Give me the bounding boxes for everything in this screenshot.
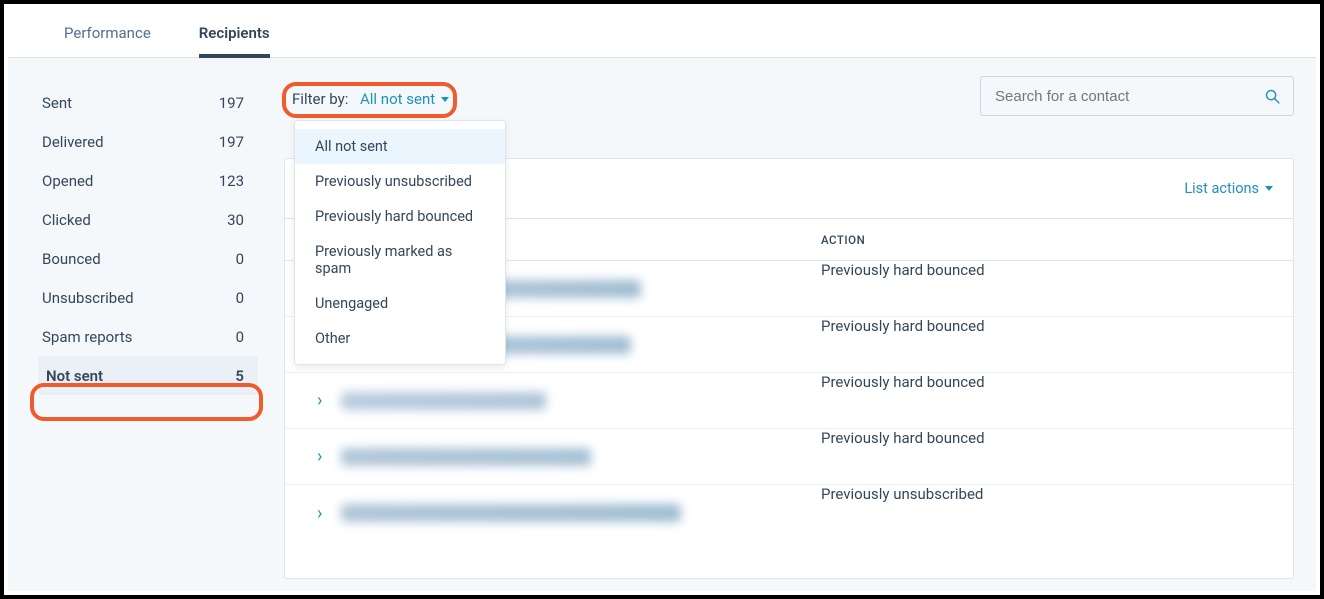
stat-value: 0 xyxy=(236,289,244,307)
stat-clicked[interactable]: Clicked 30 xyxy=(38,200,258,239)
filter-option-other[interactable]: Other xyxy=(295,321,505,356)
filter-option-prev-spam[interactable]: Previously marked as spam xyxy=(295,234,505,286)
chevron-right-icon: › xyxy=(317,390,337,411)
stat-bounced[interactable]: Bounced 0 xyxy=(38,239,258,278)
stat-spam[interactable]: Spam reports 0 xyxy=(38,317,258,356)
filter-label: Filter by: xyxy=(292,90,348,108)
chevron-right-icon: › xyxy=(317,503,337,524)
search-icon xyxy=(1264,88,1281,105)
chevron-right-icon: › xyxy=(317,446,337,467)
row-action: Previously unsubscribed xyxy=(821,485,983,503)
row-action: Previously hard bounced xyxy=(821,317,985,335)
stat-value: 197 xyxy=(219,94,244,112)
main-area: Filter by: All not sent All not sent Pre… xyxy=(284,68,1294,579)
list-actions-button[interactable]: List actions xyxy=(1184,180,1273,197)
stat-unsubscribed[interactable]: Unsubscribed 0 xyxy=(38,278,258,317)
stat-value: 30 xyxy=(227,211,244,229)
filter-option-unengaged[interactable]: Unengaged xyxy=(295,286,505,321)
filter-option-all-not-sent[interactable]: All not sent xyxy=(295,129,505,164)
stat-opened[interactable]: Opened 123 xyxy=(38,161,258,200)
table-row[interactable]: › Previously unsubscribed xyxy=(285,485,1293,541)
chevron-down-icon xyxy=(441,97,449,102)
stat-not-sent[interactable]: Not sent 5 xyxy=(38,356,258,395)
stat-delivered[interactable]: Delivered 197 xyxy=(38,122,258,161)
col-action: ACTION xyxy=(821,233,865,247)
list-actions-label: List actions xyxy=(1184,180,1259,197)
stat-label: Opened xyxy=(42,172,93,190)
filter-bar: Filter by: All not sent All not sent Pre… xyxy=(284,68,1294,128)
stat-label: Unsubscribed xyxy=(42,289,134,307)
filter-option-prev-hard-bounced[interactable]: Previously hard bounced xyxy=(295,199,505,234)
filter-option-prev-unsubscribed[interactable]: Previously unsubscribed xyxy=(295,164,505,199)
row-action: Previously hard bounced xyxy=(821,373,985,391)
stat-value: 123 xyxy=(219,172,244,190)
stat-sent[interactable]: Sent 197 xyxy=(38,83,258,122)
chevron-down-icon xyxy=(1265,186,1273,191)
filter-dropdown-trigger[interactable]: All not sent xyxy=(360,90,449,108)
filter-selected: All not sent xyxy=(360,90,435,108)
stat-label: Not sent xyxy=(46,367,103,385)
stat-label: Clicked xyxy=(42,211,91,229)
row-action: Previously hard bounced xyxy=(821,429,985,447)
contact-email-redacted xyxy=(341,504,681,522)
table-row[interactable]: › Previously hard bounced xyxy=(285,429,1293,485)
stat-label: Delivered xyxy=(42,133,104,151)
contact-email-redacted xyxy=(341,392,546,410)
stat-label: Sent xyxy=(42,94,72,112)
contact-email-redacted xyxy=(341,448,591,466)
stat-label: Spam reports xyxy=(42,328,132,346)
stat-value: 197 xyxy=(219,133,244,151)
tabs: Performance Recipients xyxy=(8,8,1316,58)
stats-sidebar: Sent 197 Delivered 197 Opened 123 Clicke… xyxy=(38,83,258,395)
stat-value: 0 xyxy=(236,250,244,268)
stat-label: Bounced xyxy=(42,250,101,268)
search-box[interactable] xyxy=(980,76,1294,116)
filter-dropdown: All not sent Previously unsubscribed Pre… xyxy=(294,120,506,365)
search-input[interactable] xyxy=(993,87,1264,106)
table-row[interactable]: › Previously hard bounced xyxy=(285,373,1293,429)
row-action: Previously hard bounced xyxy=(821,261,985,279)
stat-value: 0 xyxy=(236,328,244,346)
tab-performance[interactable]: Performance xyxy=(64,8,151,57)
stat-value: 5 xyxy=(235,367,244,385)
tab-recipients[interactable]: Recipients xyxy=(199,8,270,57)
